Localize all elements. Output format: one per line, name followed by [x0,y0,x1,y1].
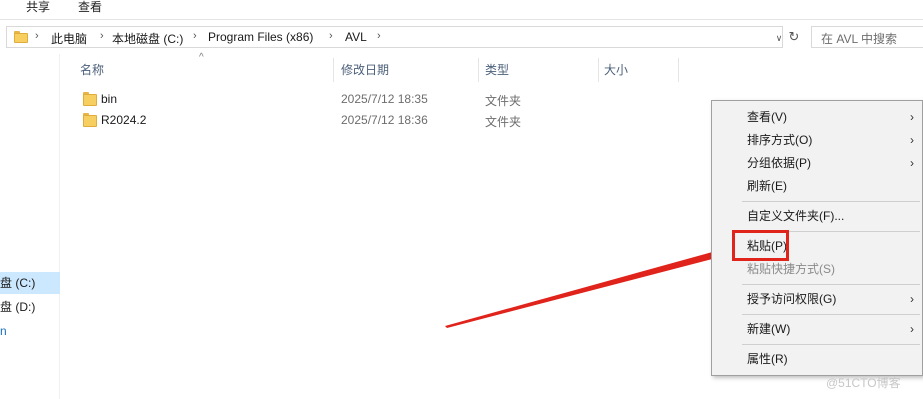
network-icon: n [0,324,7,338]
refresh-icon[interactable]: ↻ [785,27,803,47]
menu-item-label: 查看(V) [747,110,787,124]
menu-item-sort-by[interactable]: 排序方式(O) › [714,129,920,151]
menu-item-label: 排序方式(O) [747,133,813,147]
ribbon: 共享 查看 [0,0,923,20]
nav-item-drive-d[interactable]: 盘 (D:) [0,296,60,318]
column-divider[interactable] [333,58,334,82]
folder-icon [14,31,28,43]
chevron-right-icon: › [910,322,914,336]
breadcrumb-this-pc[interactable]: 此电脑 [51,30,87,47]
file-row[interactable]: bin 2025/7/12 18:35 文件夹 [78,89,638,110]
folder-icon [83,113,97,127]
ribbon-tab-share[interactable]: 共享 [22,0,54,16]
column-header-name[interactable]: 名称 [74,60,332,82]
column-header-type[interactable]: 类型 [479,60,597,82]
breadcrumb-avl[interactable]: AVL [345,30,367,44]
ribbon-tab-view[interactable]: 查看 [74,0,106,16]
menu-item-label: 刷新(E) [747,179,787,193]
menu-item-give-access[interactable]: 授予访问权限(G) › [714,288,920,310]
watermark: @51CTO博客 [826,376,901,390]
file-date: 2025/7/12 18:35 [341,92,428,106]
file-date: 2025/7/12 18:36 [341,113,428,127]
breadcrumb-local-disk-c[interactable]: 本地磁盘 (C:) [112,30,183,47]
breadcrumb-program-files-x86[interactable]: Program Files (x86) [208,30,313,44]
chevron-right-icon: › [193,30,197,42]
menu-separator [742,314,920,315]
file-type: 文件夹 [485,94,522,108]
highlight-box [732,230,789,261]
chevron-right-icon: › [910,292,914,306]
column-header-date[interactable]: 修改日期 [335,60,477,82]
folder-icon [83,92,97,106]
menu-item-new[interactable]: 新建(W) › [714,318,920,340]
menu-item-paste-shortcut: 粘贴快捷方式(S) [714,258,920,280]
chevron-right-icon: › [100,30,104,42]
menu-item-label: 新建(W) [747,322,791,336]
menu-separator [742,201,920,202]
address-bar[interactable]: › 此电脑 › 本地磁盘 (C:) › Program Files (x86) … [6,26,783,48]
menu-item-label: 分组依据(P) [747,156,811,170]
search-input[interactable]: 在 AVL 中搜索 [811,26,923,48]
menu-item-view[interactable]: 查看(V) › [714,106,920,128]
context-menu: 查看(V) › 排序方式(O) › 分组依据(P) › 刷新(E) 自定义文件夹… [711,100,923,376]
menu-item-properties[interactable]: 属性(R) [714,348,920,370]
column-divider[interactable] [678,58,679,82]
menu-item-label: 授予访问权限(G) [747,292,837,306]
menu-item-label: 自定义文件夹(F)... [747,209,845,223]
file-type: 文件夹 [485,115,522,129]
menu-item-customize-folder[interactable]: 自定义文件夹(F)... [714,205,920,227]
chevron-right-icon: › [377,30,381,42]
nav-item-drive-c[interactable]: 盘 (C:) [0,272,60,294]
menu-separator [742,344,920,345]
chevron-right-icon: › [910,133,914,147]
menu-item-refresh[interactable]: 刷新(E) [714,175,920,197]
column-header-size[interactable]: 大小 [598,60,678,82]
menu-item-label: 粘贴快捷方式(S) [747,262,835,276]
file-name: bin [101,92,118,106]
menu-item-label: 属性(R) [747,352,788,366]
file-row[interactable]: R2024.2 2025/7/12 18:36 文件夹 [78,110,638,131]
search-placeholder: 在 AVL 中搜索 [821,32,898,46]
chevron-right-icon: › [329,30,333,42]
file-name: R2024.2 [101,113,147,127]
chevron-right-icon: › [910,110,914,124]
chevron-right-icon: › [35,30,39,42]
navigation-pane: 盘 (C:) 盘 (D:) n [0,54,60,399]
menu-item-group-by[interactable]: 分组依据(P) › [714,152,920,174]
chevron-right-icon: › [910,156,914,170]
address-row: › 此电脑 › 本地磁盘 (C:) › Program Files (x86) … [0,20,923,54]
menu-separator [742,284,920,285]
